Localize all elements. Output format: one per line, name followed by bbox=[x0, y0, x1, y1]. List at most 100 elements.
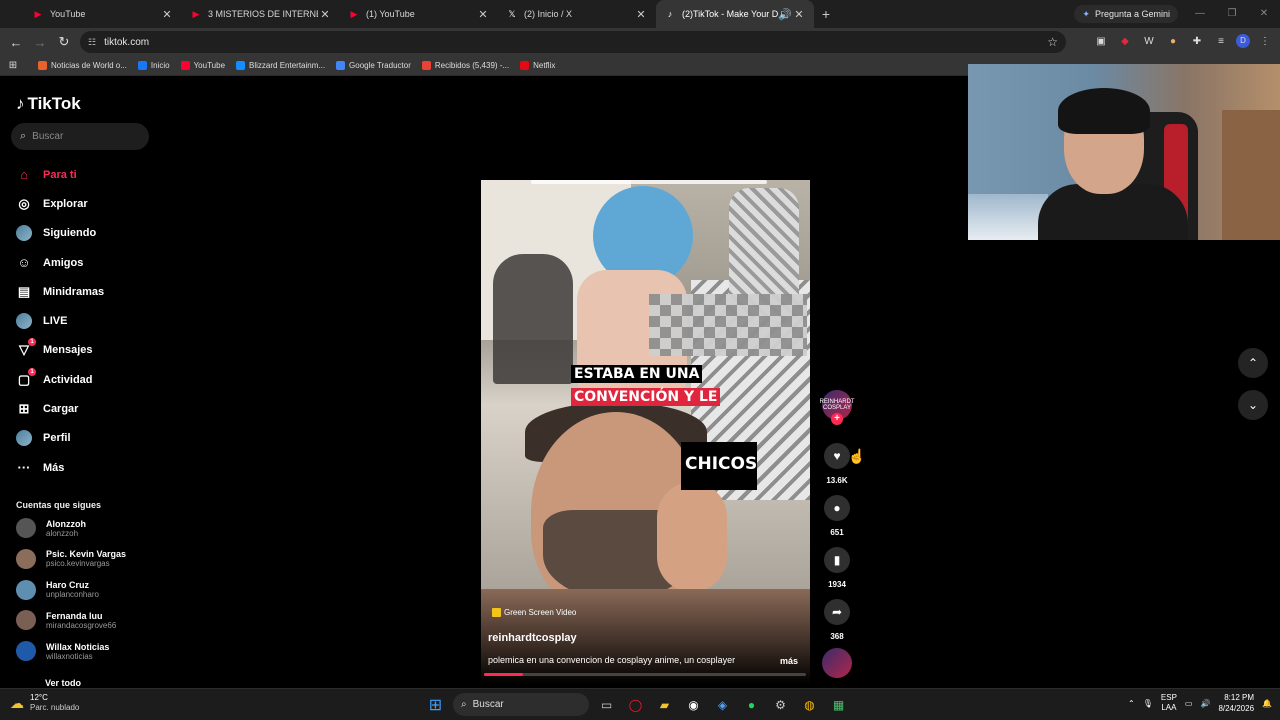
bookmark-label: Inicio bbox=[150, 61, 170, 70]
video-username[interactable]: reinhardtcosplay bbox=[488, 632, 577, 644]
tab-close-icon[interactable]: ✕ bbox=[634, 8, 648, 21]
more-button[interactable]: más bbox=[780, 656, 798, 666]
volume-icon[interactable]: 🔊 bbox=[1200, 699, 1210, 708]
bookmark-favicon-icon bbox=[421, 61, 431, 70]
browser-tab[interactable]: ▶ YouTube ✕ bbox=[24, 0, 182, 28]
extension-icon[interactable]: ◆ bbox=[1116, 34, 1134, 50]
browser-tab[interactable]: 𝕏 (2) Inicio / X ✕ bbox=[498, 0, 656, 28]
avatar bbox=[16, 548, 36, 569]
apps-grid-icon[interactable]: ⊞ bbox=[0, 60, 26, 71]
next-video-button[interactable]: ⌄ bbox=[1238, 390, 1268, 420]
minimize-icon[interactable]: — bbox=[1184, 0, 1216, 28]
following-account[interactable]: Haro Cruz unplanconharo bbox=[16, 579, 99, 600]
extension-icon[interactable]: ● bbox=[1164, 34, 1182, 50]
extensions-puzzle-icon[interactable]: ✚ bbox=[1188, 34, 1206, 50]
system-tray: ⌃ 🎙 ESP LAA ▭ 🔊 8:12 PM 8/24/2026 🔔 bbox=[1128, 692, 1272, 714]
sidebar-item-más[interactable]: ··· Más bbox=[16, 453, 104, 482]
bookmark-item[interactable]: Google Traductor bbox=[336, 61, 411, 70]
account-name: Alonzzoh bbox=[46, 518, 86, 529]
microphone-icon[interactable]: 🎙 bbox=[1143, 699, 1153, 708]
spotify-icon[interactable]: ● bbox=[740, 693, 763, 716]
reading-list-icon[interactable]: ≡ bbox=[1212, 34, 1230, 50]
clock[interactable]: 8:12 PM 8/24/2026 bbox=[1218, 692, 1254, 714]
browser-tab[interactable]: ▶ (1) YouTube ✕ bbox=[340, 0, 498, 28]
following-account[interactable]: Willax Noticias willaxnoticias bbox=[16, 641, 109, 662]
follow-plus-button[interactable]: + bbox=[831, 413, 843, 425]
extension-icon[interactable]: ▣ bbox=[1092, 34, 1110, 50]
bookmark-item[interactable]: YouTube bbox=[180, 61, 225, 70]
tab-close-icon[interactable]: ✕ bbox=[476, 8, 490, 21]
sidebar-item-cargar[interactable]: ⊞ Cargar bbox=[16, 394, 104, 423]
sound-disc-avatar[interactable] bbox=[822, 648, 852, 678]
chrome-icon[interactable]: ◍ bbox=[798, 693, 821, 716]
see-all-link[interactable]: Ver todo bbox=[45, 678, 81, 688]
new-tab-button[interactable]: + bbox=[814, 6, 838, 22]
opera-icon[interactable]: ◯ bbox=[624, 693, 647, 716]
bookmark-item[interactable]: Noticias de World o... bbox=[38, 61, 127, 70]
sidebar-item-live[interactable]: LIVE bbox=[16, 306, 104, 335]
bookmark-item[interactable]: Netflix bbox=[520, 61, 555, 70]
windows-start-icon[interactable]: ⊞ bbox=[424, 693, 447, 716]
comment-button[interactable]: ● bbox=[824, 495, 850, 521]
sidebar-item-mensajes[interactable]: ▽ 1 Mensajes bbox=[16, 336, 104, 365]
steam-icon[interactable]: ⚙ bbox=[769, 693, 792, 716]
share-button[interactable]: ➦ bbox=[824, 599, 850, 625]
tray-chevron-icon[interactable]: ⌃ bbox=[1128, 699, 1135, 708]
app-icon[interactable]: ◈ bbox=[711, 693, 734, 716]
video-progress-bar[interactable] bbox=[484, 673, 806, 676]
tiktok-logo[interactable]: ♪ TikTok bbox=[16, 94, 81, 114]
following-account[interactable]: Alonzzoh alonzzoh bbox=[16, 518, 86, 538]
following-header: Cuentas que sigues bbox=[16, 500, 102, 510]
bookmark-star-icon[interactable]: ☆ bbox=[1047, 35, 1058, 49]
network-icon[interactable]: ▭ bbox=[1185, 699, 1193, 708]
profile-avatar-icon[interactable]: D bbox=[1236, 34, 1250, 48]
browser-tab[interactable]: ▶ 3 MISTERIOS DE INTERNET QU✕ bbox=[182, 0, 340, 28]
sidebar-item-siguiendo[interactable]: Siguiendo bbox=[16, 219, 104, 248]
effect-tag[interactable]: Green Screen Video bbox=[492, 608, 576, 617]
extension-icon[interactable]: W bbox=[1140, 34, 1158, 50]
app-icon[interactable]: ▦ bbox=[827, 693, 850, 716]
tab-close-icon[interactable]: ✕ bbox=[318, 8, 332, 21]
site-info-icon[interactable]: ☷ bbox=[88, 37, 96, 48]
bookmark-item[interactable]: Inicio bbox=[137, 61, 170, 70]
window-controls: — ❐ ✕ bbox=[1184, 0, 1280, 28]
weather-widget[interactable]: ☁ 12°C Parc. nublado bbox=[10, 693, 79, 713]
sidebar-item-actividad[interactable]: ▢ 1 Actividad bbox=[16, 365, 104, 394]
reload-icon[interactable]: ↻ bbox=[52, 34, 76, 50]
sidebar-item-perfil[interactable]: Perfil bbox=[16, 424, 104, 453]
following-account[interactable]: Psic. Kevin Vargas psico.kevinvargas bbox=[16, 548, 126, 569]
video-player[interactable]: ESTABA EN UNA CONVENCIÓN Y LE CHICOS bbox=[481, 180, 810, 589]
sidebar-item-amigos[interactable]: ☺ Amigos bbox=[16, 248, 104, 277]
address-bar[interactable]: ☷ tiktok.com ☆ bbox=[80, 31, 1066, 53]
bookmark-item[interactable]: Recibidos (5,439) -... bbox=[421, 61, 509, 70]
like-button[interactable]: ♥ bbox=[824, 443, 850, 469]
taskbar-search[interactable]: ⌕ Buscar bbox=[453, 693, 589, 716]
previous-video-button[interactable]: ⌃ bbox=[1238, 348, 1268, 378]
restore-icon[interactable]: ❐ bbox=[1216, 0, 1248, 28]
bookmark-item[interactable]: Blizzard Entertainm... bbox=[236, 61, 325, 70]
app-icon[interactable]: ◉ bbox=[682, 693, 705, 716]
tab-close-icon[interactable]: ✕ bbox=[792, 8, 806, 21]
following-account[interactable]: Fernanda luu mirandacosgrove66 bbox=[16, 610, 116, 631]
tab-audio-icon[interactable]: 🔊 bbox=[778, 8, 792, 21]
account-name: Haro Cruz bbox=[46, 580, 90, 591]
close-window-icon[interactable]: ✕ bbox=[1248, 0, 1280, 28]
back-icon[interactable]: ← bbox=[4, 35, 28, 50]
sidebar-item-para-ti[interactable]: ⌂ Para ti bbox=[16, 160, 104, 189]
file-explorer-icon[interactable]: ▰ bbox=[653, 693, 676, 716]
language-indicator[interactable]: ESP LAA bbox=[1161, 693, 1177, 713]
save-button[interactable]: ▮ bbox=[824, 547, 850, 573]
video-caption-line3: CHICOS bbox=[681, 442, 757, 490]
forward-icon[interactable]: → bbox=[28, 35, 52, 50]
sidebar-item-explorar[interactable]: ◎ Explorar bbox=[16, 189, 104, 218]
gemini-button[interactable]: ✦ Pregunta a Gemini bbox=[1074, 5, 1178, 23]
address-toolbar: ← → ↻ ☷ tiktok.com ☆ ▣ ◆ W ● ✚ ≡ D ⋮ bbox=[0, 28, 1280, 56]
notifications-icon[interactable]: 🔔 bbox=[1262, 699, 1272, 708]
browser-tab[interactable]: ♪ (2)TikTok - Make Your Day 🔊 ✕ bbox=[656, 0, 814, 28]
task-view-icon[interactable]: ▭ bbox=[595, 693, 618, 716]
search-input[interactable]: ⌕ Buscar bbox=[11, 123, 149, 150]
friends-icon: ☺ bbox=[17, 255, 31, 271]
tab-close-icon[interactable]: ✕ bbox=[160, 8, 174, 21]
browser-menu-icon[interactable]: ⋮ bbox=[1256, 34, 1274, 50]
sidebar-item-minidramas[interactable]: ▤ Minidramas bbox=[16, 277, 104, 306]
